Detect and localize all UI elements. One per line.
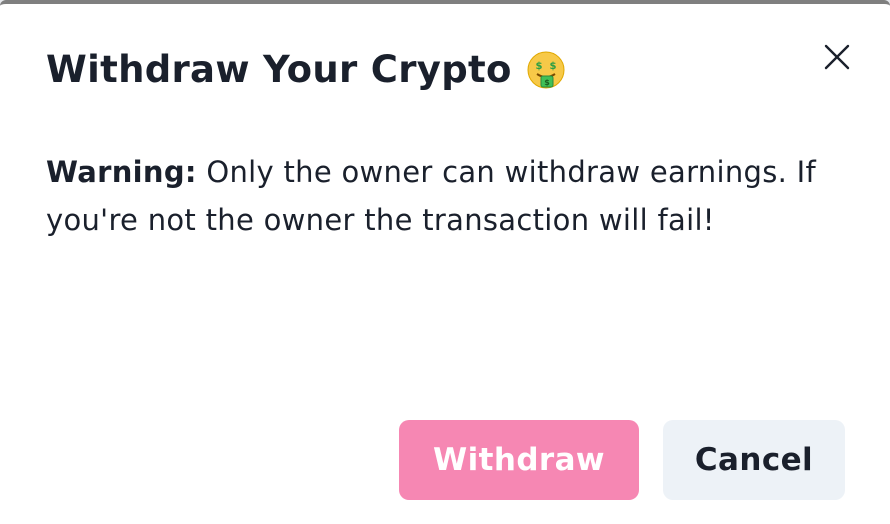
svg-text:$: $ — [535, 61, 542, 72]
warning-label: Warning: — [46, 155, 197, 189]
modal-title: Withdraw Your Crypto — [46, 48, 512, 91]
cancel-button[interactable]: Cancel — [663, 420, 845, 500]
close-icon[interactable] — [822, 42, 852, 72]
svg-text:$: $ — [544, 78, 550, 87]
modal-header: Withdraw Your Crypto $ $ $ — [46, 42, 566, 98]
withdraw-button[interactable]: Withdraw — [399, 420, 639, 500]
modal-body: Warning: Only the owner can withdraw ear… — [46, 148, 846, 244]
modal-footer: Withdraw Cancel — [399, 420, 845, 500]
withdraw-modal: Withdraw Your Crypto $ $ $ Warning: Only… — [0, 0, 890, 524]
svg-text:$: $ — [549, 61, 556, 72]
money-mouth-face-icon: $ $ $ — [526, 50, 566, 90]
